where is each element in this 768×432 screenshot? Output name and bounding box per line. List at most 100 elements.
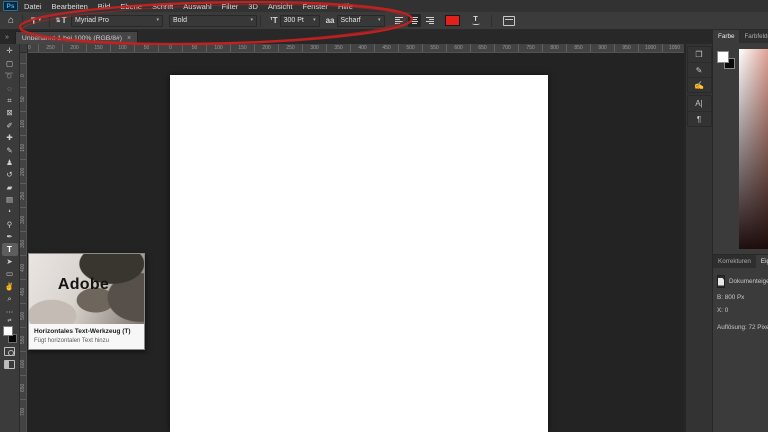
photoshop-window: Ps Datei Bearbeiten Bild Ebene Schrift Auswah… xyxy=(0,0,768,432)
align-left-button[interactable] xyxy=(393,14,406,27)
ruler-label: 0 xyxy=(20,63,26,87)
color-panel-tabs: Farbe Farbfelder xyxy=(713,30,768,43)
document-x-value: X: 0 xyxy=(717,307,729,314)
color-panel-body xyxy=(713,43,768,255)
text-orientation-button[interactable]: ⇅ T xyxy=(53,14,69,28)
foreground-color-swatch[interactable] xyxy=(2,325,13,336)
spot-healing-tool[interactable]: ✚ xyxy=(2,132,18,144)
chevron-down-icon: ▾ xyxy=(377,17,381,23)
gradient-tool[interactable]: ▤ xyxy=(2,194,18,206)
menu-item[interactable]: Ebene xyxy=(120,2,142,11)
brush-settings-panel-icon[interactable]: ✍ xyxy=(687,77,711,92)
menu-items: Datei Bearbeiten Bild Ebene Schrift Auswahl Fi… xyxy=(24,2,353,11)
menu-item[interactable]: Schrift xyxy=(152,2,173,11)
ruler-label: 250 xyxy=(38,44,62,52)
rectangular-marquee-tool[interactable]: ▢ xyxy=(2,57,18,69)
orientation-letter: T xyxy=(61,16,67,25)
pen-tool[interactable]: ✒ xyxy=(2,231,18,243)
font-family-select[interactable]: Myriad Pro ▾ xyxy=(71,14,163,27)
menu-item[interactable]: Bearbeiten xyxy=(52,2,88,11)
menu-item[interactable]: Datei xyxy=(24,2,42,11)
menu-item[interactable]: Ansicht xyxy=(268,2,293,11)
ruler-label: 200 xyxy=(254,44,278,52)
menu-item[interactable]: Bild xyxy=(98,2,111,11)
menu-item[interactable]: 3D xyxy=(248,2,258,11)
document-width-value: B: 800 Px xyxy=(717,294,745,301)
brushes-panel-icon[interactable]: ✎ xyxy=(687,62,711,77)
chevron-down-icon: ▾ xyxy=(313,17,316,23)
document-icon xyxy=(717,275,725,288)
menu-item[interactable]: Filter xyxy=(222,2,239,11)
lasso-tool[interactable]: ➰ xyxy=(2,70,18,82)
anti-alias-select[interactable]: Scharf ▾ xyxy=(336,14,385,27)
ruler-label: 750 xyxy=(518,44,542,52)
ruler-label: 650 xyxy=(20,375,26,399)
menu-item[interactable]: Fenster xyxy=(303,2,328,11)
document-tab-title: Unbenannt-1 bei 100% (RGB/8#) xyxy=(21,34,123,42)
align-right-button[interactable] xyxy=(423,14,436,27)
font-style-value: Bold xyxy=(173,17,188,24)
ruler-label: 500 xyxy=(20,303,26,327)
tab-eigenschaften[interactable]: Eigenschaften xyxy=(755,255,768,268)
ruler-label: 950 xyxy=(614,44,638,52)
warp-text-button[interactable]: T xyxy=(469,14,483,28)
path-selection-tool[interactable]: ➤ xyxy=(2,256,18,268)
eyedropper-tool[interactable]: ✐ xyxy=(2,119,18,131)
clone-stamp-tool[interactable]: ♟ xyxy=(2,157,18,169)
ruler-label: 200 xyxy=(62,44,86,52)
history-brush-tool[interactable]: ↺ xyxy=(2,169,18,181)
chevron-down-icon: ▾ xyxy=(38,17,41,23)
quick-mask-button[interactable] xyxy=(4,346,15,356)
quick-selection-tool[interactable]: ◌ xyxy=(2,82,18,94)
ruler-label: 650 xyxy=(470,44,494,52)
tab-overflow-icon[interactable]: » xyxy=(5,34,9,41)
close-icon[interactable]: × xyxy=(127,35,131,42)
ruler-label: 550 xyxy=(422,44,446,52)
move-tool[interactable]: ✛ xyxy=(2,45,18,57)
type-tool-selected[interactable]: T xyxy=(1,243,18,256)
brush-tool[interactable]: ✎ xyxy=(2,144,18,156)
right-panel-column: Farbe Farbfelder Korrekturen Eigenschaft… xyxy=(713,30,768,432)
picker-marker xyxy=(740,50,744,54)
character-panel-icon[interactable]: A| xyxy=(688,96,711,111)
zoom-tool[interactable]: ⌕ xyxy=(2,293,18,305)
document-tab[interactable]: Unbenannt-1 bei 100% (RGB/8#) × xyxy=(14,31,139,44)
font-style-select[interactable]: Bold ▾ xyxy=(169,14,257,27)
panel-foreground-swatch[interactable] xyxy=(717,51,729,63)
tab-farbe[interactable]: Farbe xyxy=(713,30,740,43)
tab-korrekturen[interactable]: Korrekturen xyxy=(713,255,756,268)
hand-tool[interactable]: ✌ xyxy=(2,280,18,292)
tooltip-preview-image: Adobe xyxy=(29,254,144,324)
crop-tool[interactable]: ⌗ xyxy=(2,95,18,107)
document-resolution-value: Auflösung: 72 Pixel/Zoll xyxy=(717,324,768,331)
libraries-panel-icon[interactable]: ❐ xyxy=(688,47,711,62)
screen-mode-button[interactable] xyxy=(4,359,15,369)
toggle-panels-button[interactable] xyxy=(502,15,515,26)
align-center-button[interactable] xyxy=(407,14,421,27)
more-tools-button[interactable]: ⋯ xyxy=(2,305,18,317)
font-size-select[interactable]: 300 Pt ▾ xyxy=(279,14,320,27)
blur-tool[interactable]: ❛ xyxy=(2,206,18,218)
saturation-brightness-picker[interactable] xyxy=(739,49,768,249)
frame-tool[interactable]: ⊠ xyxy=(2,107,18,119)
eraser-tool[interactable]: ▰ xyxy=(2,181,18,193)
divider xyxy=(490,14,492,27)
swap-colors-icon[interactable]: ⇄ xyxy=(7,318,11,325)
type-tool-preset-button[interactable]: T ▾ xyxy=(26,14,46,28)
home-icon[interactable]: ⌂ xyxy=(3,14,19,28)
document-properties-row[interactable]: Dokumenteigenschaften xyxy=(717,275,768,288)
photoshop-logo-icon[interactable]: Ps xyxy=(3,1,18,11)
ruler-label: 450 xyxy=(20,279,26,303)
ruler-label: 50 xyxy=(20,87,26,111)
tab-farbfelder[interactable]: Farbfelder xyxy=(739,30,768,43)
paragraph-panel-icon[interactable]: ¶ xyxy=(687,111,711,126)
dodge-tool[interactable]: ⚲ xyxy=(2,218,18,230)
menu-item[interactable]: Hilfe xyxy=(338,2,353,11)
shape-tool[interactable]: ▭ xyxy=(2,268,18,280)
document-canvas[interactable] xyxy=(170,75,548,432)
ruler-label: 150 xyxy=(20,135,26,159)
tooltip-title: Horizontales Text-Werkzeug (T) xyxy=(34,328,131,335)
ruler-label: 300 xyxy=(20,207,26,231)
text-color-swatch[interactable] xyxy=(444,15,460,26)
menu-item[interactable]: Auswahl xyxy=(183,2,211,11)
